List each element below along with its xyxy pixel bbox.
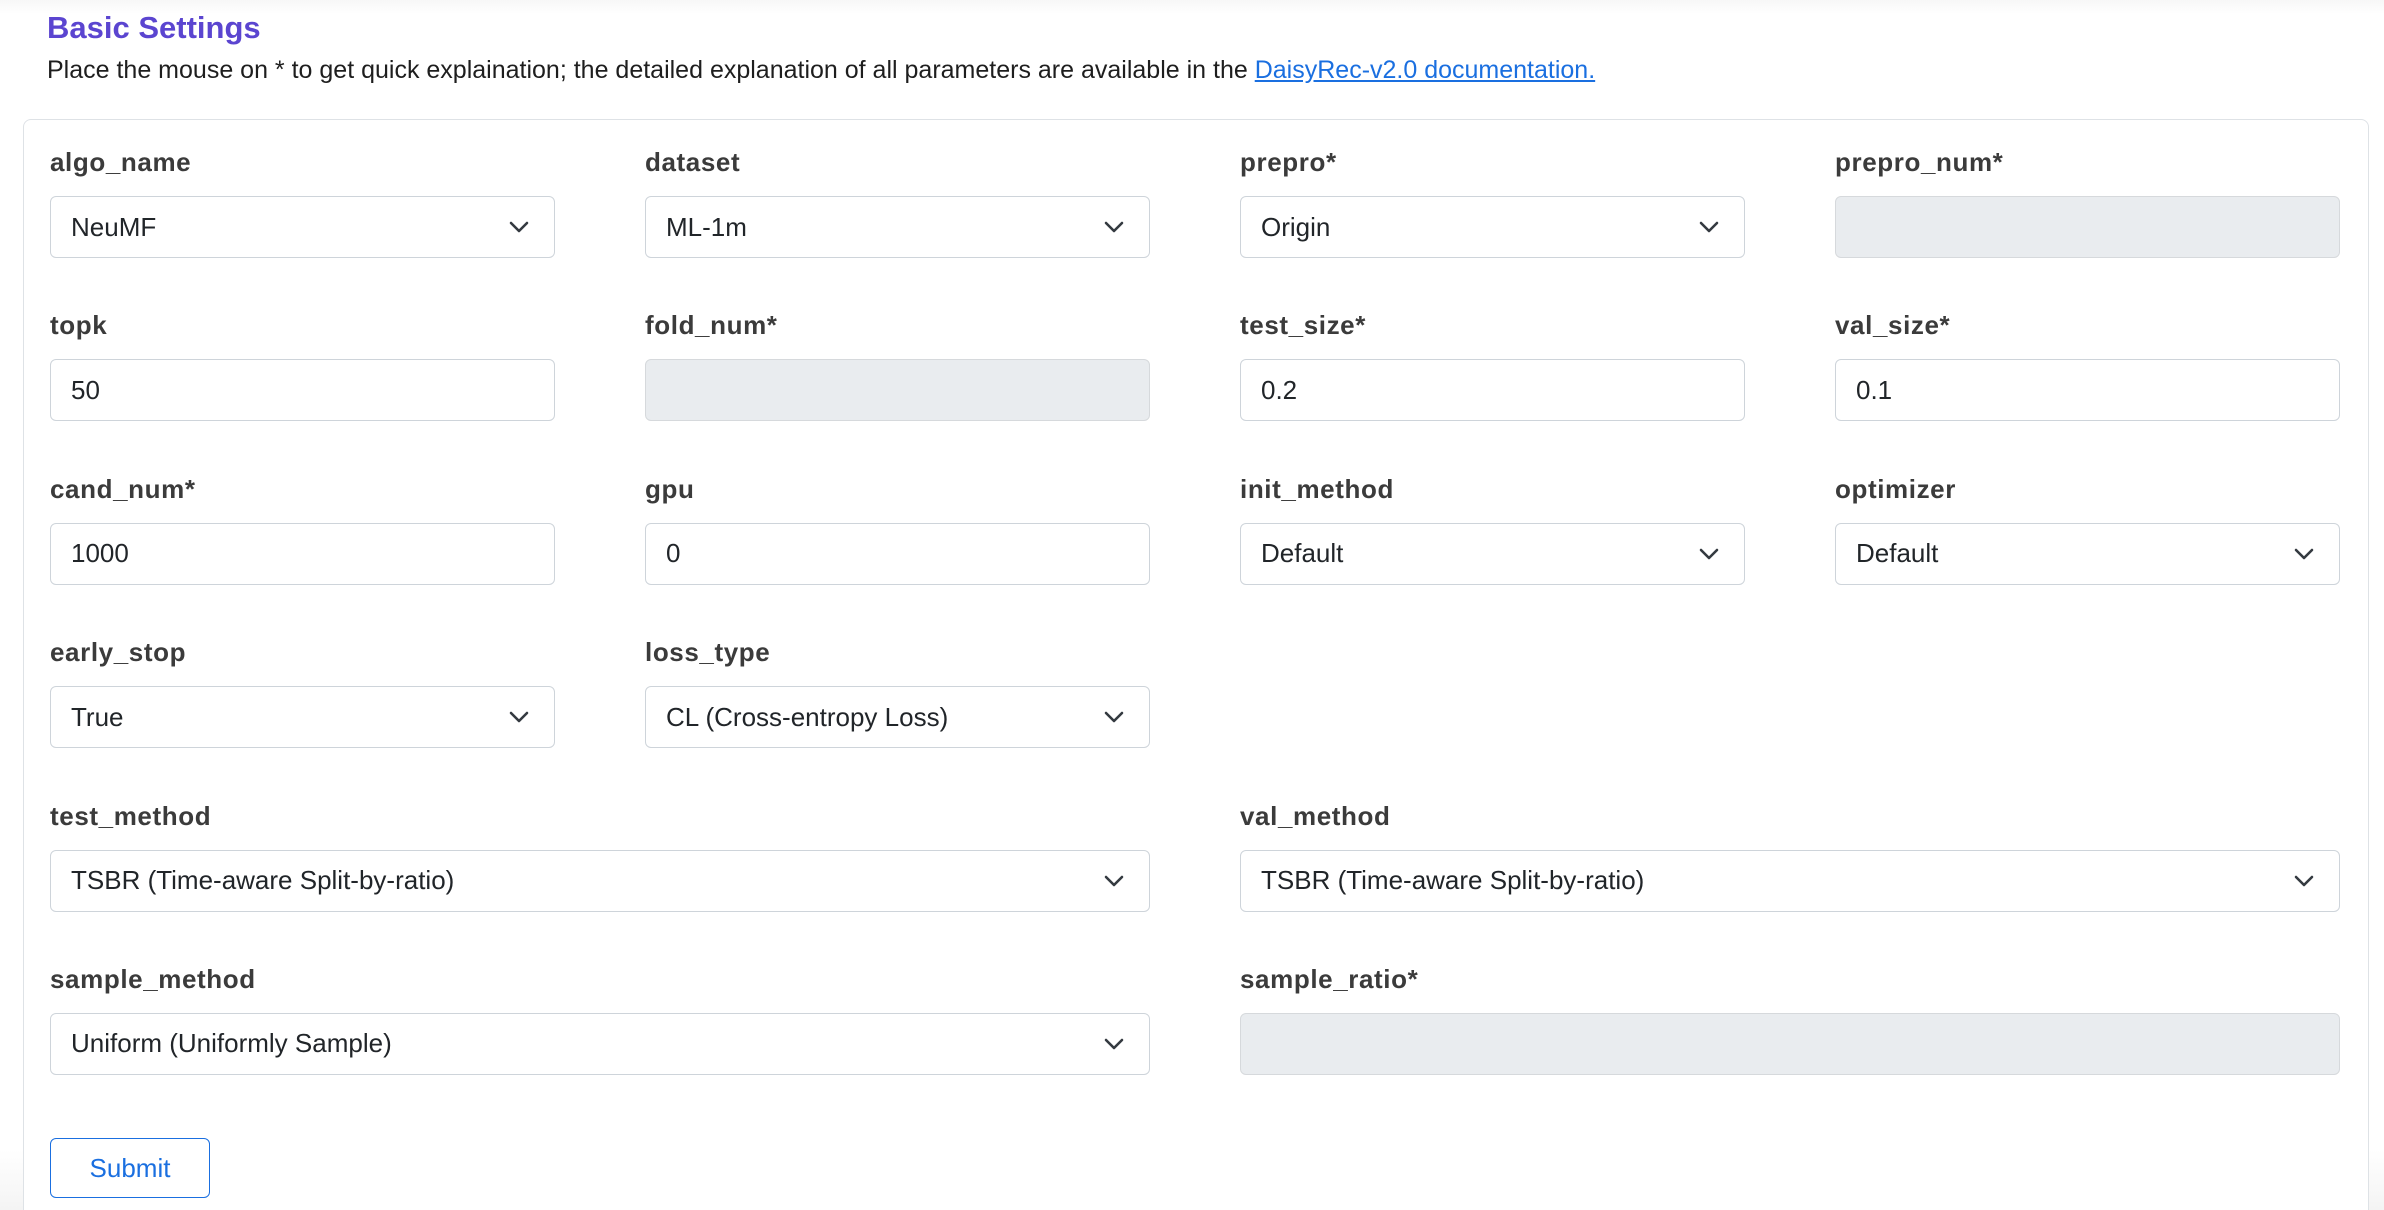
chevron-down-icon <box>1104 1038 1124 1050</box>
init-method-label: init_method <box>1240 473 1394 504</box>
test-size-label: test_size* <box>1240 310 1366 341</box>
val-method-label: val_method <box>1240 800 1391 831</box>
prepro-value: Origin <box>1261 211 1331 242</box>
val-method-value: TSBR (Time-aware Split-by-ratio) <box>1261 865 1645 896</box>
sample-method-select[interactable]: Uniform (Uniformly Sample) <box>50 1012 1150 1075</box>
algo-name-select[interactable]: NeuMF <box>50 196 555 258</box>
help-text: Place the mouse on * to get quick explai… <box>47 56 1595 85</box>
test-method-field: test_method TSBR (Time-aware Split-by-ra… <box>50 802 1150 965</box>
prepro-label: prepro* <box>1240 147 1337 177</box>
algo-name-label: algo_name <box>50 147 192 177</box>
val-method-field: val_method TSBR (Time-aware Split-by-rat… <box>1240 802 2340 965</box>
prepro-field: prepro* Origin <box>1240 148 1745 311</box>
empty-cell <box>1835 638 2340 801</box>
submit-button[interactable]: Submit <box>50 1138 210 1198</box>
sample-ratio-label: sample_ratio* <box>1240 963 1419 994</box>
documentation-link[interactable]: DaisyRec-v2.0 documentation. <box>1255 56 1595 84</box>
chevron-down-icon <box>1104 875 1124 886</box>
sample-ratio-input <box>1240 1012 2340 1075</box>
loss-type-value: CL (Cross-entropy Loss) <box>666 701 949 732</box>
optimizer-select[interactable]: Default <box>1835 522 2340 585</box>
dataset-label: dataset <box>645 147 741 177</box>
cand-num-input[interactable]: 1000 <box>50 522 555 585</box>
loss-type-field: loss_type CL (Cross-entropy Loss) <box>645 638 1150 801</box>
optimizer-label: optimizer <box>1835 473 1956 504</box>
early-stop-select[interactable]: True <box>50 686 555 749</box>
page: Basic Settings Place the mouse on * to g… <box>0 0 2384 1210</box>
topk-input[interactable]: 50 <box>50 359 555 422</box>
algo-name-field: algo_name NeuMF <box>50 148 555 311</box>
test-size-input[interactable]: 0.2 <box>1240 359 1745 422</box>
test-size-value: 0.2 <box>1261 374 1298 405</box>
fold-num-input <box>645 359 1150 422</box>
test-method-select[interactable]: TSBR (Time-aware Split-by-ratio) <box>50 849 1150 912</box>
prepro-select[interactable]: Origin <box>1240 196 1745 258</box>
init-method-select[interactable]: Default <box>1240 522 1745 585</box>
cand-num-field: cand_num* 1000 <box>50 475 555 638</box>
topk-field: topk 50 <box>50 311 555 474</box>
optimizer-value: Default <box>1856 538 1939 569</box>
chevron-down-icon <box>1104 221 1124 233</box>
fold-num-label: fold_num* <box>645 310 778 341</box>
test-size-field: test_size* 0.2 <box>1240 311 1745 474</box>
gpu-label: gpu <box>645 473 695 504</box>
val-size-input[interactable]: 0.1 <box>1835 359 2340 422</box>
chevron-down-icon <box>509 711 529 723</box>
early-stop-field: early_stop True <box>50 638 555 801</box>
prepro-num-label: prepro_num* <box>1835 147 2004 177</box>
dataset-select[interactable]: ML-1m <box>645 196 1150 258</box>
fold-num-field: fold_num* <box>645 311 1150 474</box>
val-size-label: val_size* <box>1835 310 1951 341</box>
early-stop-label: early_stop <box>50 637 187 668</box>
help-text-body: Place the mouse on * to get quick explai… <box>47 56 1255 84</box>
chevron-down-icon <box>1699 548 1719 560</box>
section-title: Basic Settings <box>47 10 261 45</box>
sample-method-label: sample_method <box>50 963 256 994</box>
prepro-num-input <box>1835 196 2340 258</box>
early-stop-value: True <box>71 701 124 732</box>
cand-num-label: cand_num* <box>50 473 196 504</box>
gpu-input[interactable]: 0 <box>645 522 1150 585</box>
sample-method-field: sample_method Uniform (Uniformly Sample) <box>50 965 1150 1128</box>
gpu-value: 0 <box>666 538 681 569</box>
test-method-value: TSBR (Time-aware Split-by-ratio) <box>71 865 455 896</box>
chevron-down-icon <box>2294 875 2314 886</box>
algo-name-value: NeuMF <box>71 211 157 242</box>
loss-type-select[interactable]: CL (Cross-entropy Loss) <box>645 686 1150 749</box>
prepro-num-field: prepro_num* <box>1835 148 2340 311</box>
empty-cell <box>1240 638 1745 801</box>
init-method-value: Default <box>1261 538 1344 569</box>
val-method-select[interactable]: TSBR (Time-aware Split-by-ratio) <box>1240 849 2340 912</box>
cand-num-value: 1000 <box>71 538 129 569</box>
sample-method-value: Uniform (Uniformly Sample) <box>71 1028 392 1059</box>
loss-type-label: loss_type <box>645 637 771 668</box>
sample-ratio-field: sample_ratio* <box>1240 965 2340 1128</box>
topk-label: topk <box>50 310 108 341</box>
test-method-label: test_method <box>50 800 212 831</box>
dataset-field: dataset ML-1m <box>645 148 1150 311</box>
chevron-down-icon <box>509 221 529 233</box>
val-size-field: val_size* 0.1 <box>1835 311 2340 474</box>
chevron-down-icon <box>1104 711 1124 723</box>
chevron-down-icon <box>2294 548 2314 560</box>
gpu-field: gpu 0 <box>645 475 1150 638</box>
settings-form: algo_name NeuMF dataset ML-1m prepro* Or… <box>50 148 2342 1128</box>
topk-value: 50 <box>71 374 100 405</box>
init-method-field: init_method Default <box>1240 475 1745 638</box>
optimizer-field: optimizer Default <box>1835 475 2340 638</box>
val-size-value: 0.1 <box>1856 374 1893 405</box>
chevron-down-icon <box>1699 221 1719 233</box>
dataset-value: ML-1m <box>666 211 747 242</box>
